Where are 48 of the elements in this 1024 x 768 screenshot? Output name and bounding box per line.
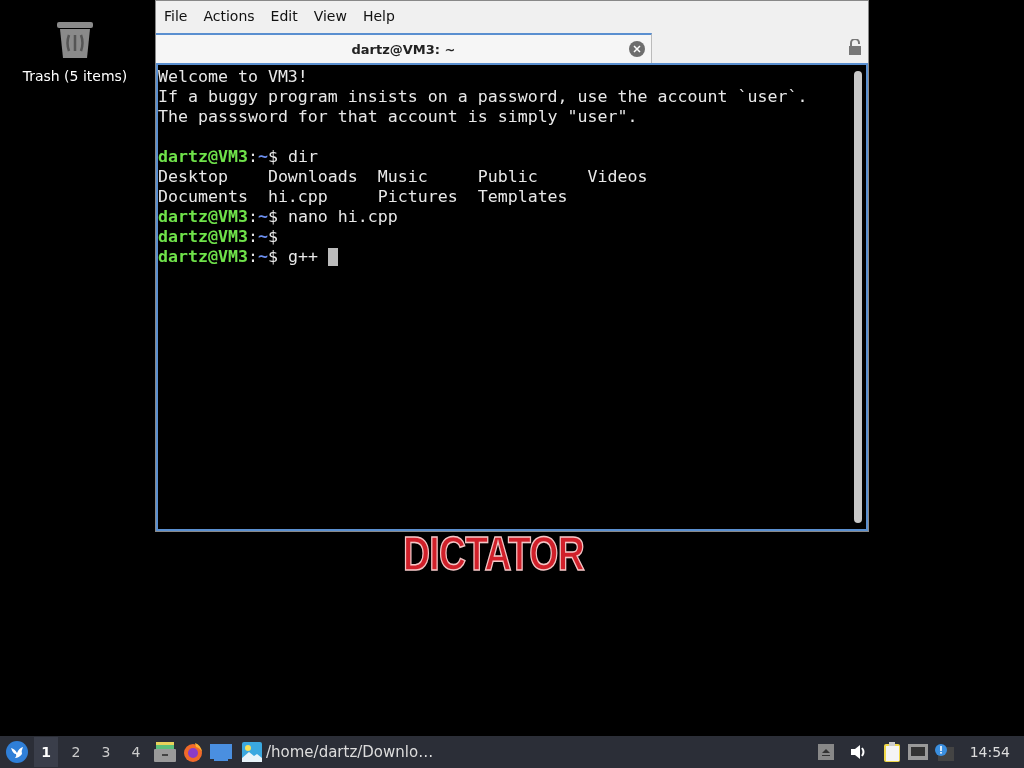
prompt-user: dartz@VM3 <box>158 247 248 267</box>
workspace-button[interactable]: 3 <box>94 737 118 767</box>
prompt-path: ~ <box>257 227 268 247</box>
workspace-button[interactable]: 1 <box>34 737 58 767</box>
trash-icon[interactable] <box>56 20 94 60</box>
taskbar-task[interactable]: /home/dartz/Downlo… <box>238 737 438 767</box>
prompt-user: dartz@VM3 <box>158 227 248 247</box>
prompt-user: dartz@VM3 <box>158 147 248 167</box>
eject-icon[interactable] <box>817 744 834 760</box>
terminal-output: The passsword for that account is simply "user". <box>158 107 638 127</box>
terminal-output: Desktop Downloads Music Public Videos <box>158 167 648 187</box>
terminal-output: Welcome to VM3! <box>158 67 308 87</box>
terminal-output: If a buggy program insists on a password, use the account `user`. <box>158 87 808 107</box>
padlock-icon[interactable] <box>848 39 862 55</box>
terminal-output: Documents hi.cpp Pictures Templates <box>158 187 568 207</box>
notification-icon[interactable] <box>933 743 954 761</box>
terminal-tab[interactable]: dartz@VM3: ~ <box>156 33 652 63</box>
menu-item[interactable]: File <box>158 4 194 28</box>
network-icon[interactable] <box>907 744 928 760</box>
desktop-icon-label[interactable]: Trash (5 items) <box>22 68 128 84</box>
prompt-command: $ nano hi.cpp <box>267 207 398 227</box>
menu-item[interactable]: Actions <box>197 4 261 28</box>
image-icon <box>242 742 262 762</box>
prompt-path: ~ <box>257 147 268 167</box>
prompt-path: ~ <box>257 207 268 227</box>
clock[interactable]: 14:54 <box>969 744 1010 760</box>
prompt-separator: : <box>247 147 258 167</box>
menu-item[interactable]: View <box>307 4 353 28</box>
menu-item[interactable]: Help <box>356 4 401 28</box>
prompt-path: ~ <box>257 247 268 267</box>
prompt-user: dartz@VM3 <box>158 207 248 227</box>
prompt-command: $ dir <box>267 147 318 167</box>
clipboard-icon[interactable] <box>883 742 902 762</box>
scrollbar-thumb[interactable] <box>854 71 862 523</box>
file-cabinet-icon[interactable] <box>154 742 176 762</box>
browser-icon[interactable] <box>182 741 204 763</box>
close-icon[interactable] <box>629 41 645 57</box>
prompt-command: $ g++ <box>267 247 318 267</box>
prompt-separator: : <box>247 247 258 267</box>
prompt-separator: : <box>247 207 258 227</box>
desktop-icon[interactable] <box>210 743 232 761</box>
bird-logo-icon[interactable] <box>6 741 28 763</box>
workspace-button[interactable]: 2 <box>64 737 88 767</box>
prompt-separator: : <box>247 227 258 247</box>
workspace-button[interactable]: 4 <box>124 737 148 767</box>
menu-item[interactable]: Edit <box>264 4 304 28</box>
prompt-command: $ <box>267 227 278 247</box>
wallpaper-text: DICTATOR <box>403 530 584 578</box>
